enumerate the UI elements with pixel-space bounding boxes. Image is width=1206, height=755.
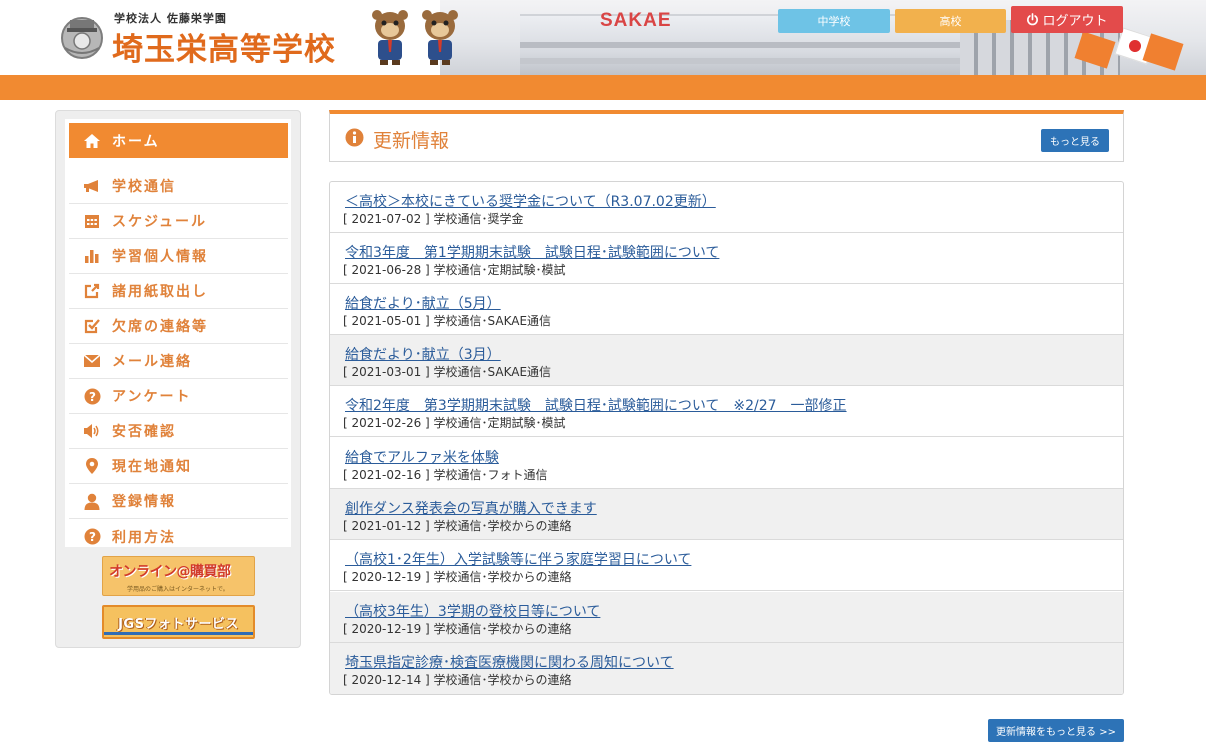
mascot-icon (422, 10, 458, 65)
news-title-link[interactable]: 給食だより･献立（3月） (345, 344, 501, 364)
info-icon (345, 128, 364, 147)
news-meta: [ 2021-03-01 ] 学校通信･SAKAE通信 (343, 365, 552, 379)
export-icon (82, 282, 102, 300)
sidebar-item-label: スケジュール (112, 214, 208, 230)
updates-header-panel: 更新情報 もっと見る (329, 110, 1124, 162)
news-meta: [ 2021-07-02 ] 学校通信･奨学金 (343, 212, 524, 226)
online-shop-banner-subtitle: 学用品のご購入はインターネットで。 (127, 586, 229, 593)
school-name-logo[interactable]: 埼玉栄高等学校 (112, 24, 336, 69)
question-icon: ? (82, 528, 102, 546)
sidebar-item-survey[interactable]: ? アンケート (69, 379, 288, 414)
high-school-button[interactable]: 高校 (895, 9, 1006, 33)
svg-text:?: ? (89, 389, 96, 403)
envelope-icon (82, 352, 102, 370)
sidebar-item-label: アンケート (112, 389, 192, 405)
list-item: 埼玉県指定診療･検査医療機関に関わる周知について [ 2020-12-14 ] … (330, 643, 1123, 694)
home-icon (82, 132, 102, 150)
list-item: ＜高校＞本校にきている奨学金について（R3.07.02更新） [ 2021-07… (330, 182, 1123, 233)
news-title-link[interactable]: 令和3年度 第1学期期末試験 試験日程･試験範囲について (345, 242, 719, 262)
sidebar-item-help[interactable]: ? 利用方法 (69, 519, 288, 554)
question-icon: ? (82, 387, 102, 405)
sidebar-item-label: 学校通信 (112, 179, 176, 195)
mascot-icon (372, 10, 408, 65)
sidebar-item-label: 諸用紙取出し (112, 284, 208, 300)
news-title-link[interactable]: 埼玉県指定診療･検査医療機関に関わる周知について (345, 652, 674, 672)
sidebar-menu: ホーム 学校通信 スケジュール 学習個人情報 諸用紙取出し 欠席の連絡等 メール… (65, 119, 291, 547)
sidebar: ホーム 学校通信 スケジュール 学習個人情報 諸用紙取出し 欠席の連絡等 メール… (55, 110, 301, 648)
list-item: 令和3年度 第1学期期末試験 試験日程･試験範囲について [ 2021-06-2… (330, 233, 1123, 284)
sidebar-item-label: 現在地通知 (112, 459, 192, 475)
sidebar-item-label: 欠席の連絡等 (112, 319, 208, 335)
sidebar-item-label: 安否確認 (112, 424, 176, 440)
list-item: （高校3年生）3学期の登校日等について [ 2020-12-19 ] 学校通信･… (330, 592, 1123, 643)
news-meta: [ 2021-02-16 ] 学校通信･フォト通信 (343, 468, 548, 482)
user-icon (82, 492, 102, 510)
news-title-link[interactable]: 創作ダンス発表会の写真が購入できます (345, 498, 597, 518)
news-meta: [ 2021-01-12 ] 学校通信･学校からの連絡 (343, 519, 572, 533)
sidebar-item-newsletter[interactable]: 学校通信 (69, 169, 288, 204)
sidebar-item-location[interactable]: 現在地通知 (69, 449, 288, 484)
sidebar-item-home[interactable]: ホーム (69, 123, 288, 158)
sidebar-item-safety[interactable]: 安否確認 (69, 414, 288, 449)
news-meta: [ 2020-12-19 ] 学校通信･学校からの連絡 (343, 622, 572, 636)
news-title-link[interactable]: ＜高校＞本校にきている奨学金について（R3.07.02更新） (345, 191, 716, 211)
list-item: 給食だより･献立（3月） [ 2021-03-01 ] 学校通信･SAKAE通信 (330, 335, 1123, 386)
news-meta: [ 2021-05-01 ] 学校通信･SAKAE通信 (343, 314, 552, 328)
news-title-link[interactable]: （高校1･2年生）入学試験等に伴う家庭学習日について (345, 549, 691, 569)
header-orange-bar (0, 75, 1206, 100)
more-button[interactable]: もっと見る (1041, 129, 1109, 152)
news-meta: [ 2021-02-26 ] 学校通信･定期試験･模試 (343, 416, 566, 430)
list-item: 創作ダンス発表会の写真が購入できます [ 2021-01-12 ] 学校通信･学… (330, 489, 1123, 540)
news-title-link[interactable]: （高校3年生）3学期の登校日等について (345, 601, 600, 621)
sidebar-item-absence[interactable]: 欠席の連絡等 (69, 309, 288, 344)
sidebar-item-mail[interactable]: メール連絡 (69, 344, 288, 379)
news-meta: [ 2020-12-19 ] 学校通信･学校からの連絡 (343, 570, 572, 584)
list-item: 令和2年度 第3学期期末試験 試験日程･試験範囲について ※2/27 一部修正 … (330, 386, 1123, 437)
online-shop-banner[interactable]: オンライン@購買部 学用品のご購入はインターネットで。 (102, 556, 255, 596)
svg-text:?: ? (89, 530, 96, 544)
news-list: ＜高校＞本校にきている奨学金について（R3.07.02更新） [ 2021-07… (329, 181, 1124, 695)
checkbox-icon (82, 317, 102, 335)
sidebar-item-label: メール連絡 (112, 354, 192, 370)
map-pin-icon (82, 457, 102, 475)
sidebar-item-study-info[interactable]: 学習個人情報 (69, 239, 288, 274)
news-title-link[interactable]: 令和2年度 第3学期期末試験 試験日程･試験範囲について ※2/27 一部修正 (345, 395, 847, 415)
sidebar-item-label: 登録情報 (112, 494, 176, 510)
news-title-link[interactable]: 給食だより･献立（5月） (345, 293, 501, 313)
school-emblem-icon (61, 17, 103, 59)
megaphone-icon (82, 177, 102, 195)
photo-service-banner[interactable]: JGSフォトサービス (102, 605, 255, 639)
list-item: 給食でアルファ米を体験 [ 2021-02-16 ] 学校通信･フォト通信 (330, 438, 1123, 489)
bar-chart-icon (82, 247, 102, 265)
list-item: （高校1･2年生）入学試験等に伴う家庭学習日について [ 2020-12-19 … (330, 540, 1123, 591)
list-item: 給食だより･献立（5月） [ 2021-05-01 ] 学校通信･SAKAE通信 (330, 284, 1123, 335)
sidebar-item-schedule[interactable]: スケジュール (69, 204, 288, 239)
sidebar-item-registration[interactable]: 登録情報 (69, 484, 288, 519)
logout-button[interactable]: ログアウト (1011, 6, 1123, 33)
news-title-link[interactable]: 給食でアルファ米を体験 (345, 447, 499, 467)
junior-high-button[interactable]: 中学校 (778, 9, 890, 33)
news-meta: [ 2021-06-28 ] 学校通信･定期試験･模試 (343, 263, 566, 277)
calendar-icon (82, 212, 102, 230)
news-meta: [ 2020-12-14 ] 学校通信･学校からの連絡 (343, 673, 572, 687)
more-updates-button[interactable]: 更新情報をもっと見る >> (988, 719, 1124, 742)
speaker-icon (82, 422, 102, 440)
sidebar-item-forms[interactable]: 諸用紙取出し (69, 274, 288, 309)
power-icon (1027, 13, 1039, 26)
sidebar-item-label: 利用方法 (112, 529, 176, 546)
section-title: 更新情報 (373, 130, 450, 152)
site-header: SAKAE 学校法人 佐藤栄学園 埼玉栄高等学校 中学校 高校 ログアウト (0, 0, 1206, 75)
logout-label: ログアウト (1042, 14, 1108, 29)
photo-service-banner-title: JGSフォトサービス (118, 617, 239, 632)
sidebar-item-label: 学習個人情報 (112, 249, 208, 265)
sidebar-item-label: ホーム (112, 133, 160, 150)
building-sign: SAKAE (600, 10, 672, 31)
online-shop-banner-title: オンライン@購買部 (109, 564, 231, 580)
